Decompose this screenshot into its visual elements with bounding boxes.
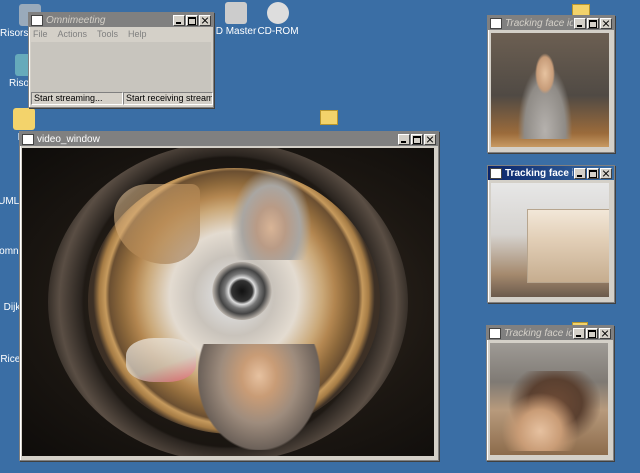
tracking-window-0: Tracking face id #0 xyxy=(487,15,615,153)
tracking-video xyxy=(491,183,609,297)
maximize-button[interactable] xyxy=(586,327,598,339)
tracking-titlebar[interactable]: Tracking face id # xyxy=(487,326,613,340)
menu-tools[interactable]: Tools xyxy=(97,29,118,39)
maximize-button[interactable] xyxy=(587,17,599,29)
window-title: video_window xyxy=(37,133,100,145)
tracking-window-3: Tracking face id # xyxy=(486,325,614,461)
person-face xyxy=(513,53,577,139)
maximize-button[interactable] xyxy=(587,167,599,179)
documents-folder-icon xyxy=(13,108,35,130)
window-title: Tracking face id #2 xyxy=(505,167,573,179)
omnimeeting-client-area xyxy=(31,42,211,92)
app-icon xyxy=(489,327,501,339)
minimize-button[interactable] xyxy=(398,133,410,145)
menu-help[interactable]: Help xyxy=(128,29,147,39)
menu-file[interactable]: File xyxy=(33,29,48,39)
cabinet xyxy=(527,209,609,283)
desktop-icon-label: CD-ROM xyxy=(257,26,299,37)
close-button[interactable] xyxy=(600,167,612,179)
maximize-button[interactable] xyxy=(411,133,423,145)
papers-left xyxy=(126,338,196,382)
menu-bar: File Actions Tools Help xyxy=(29,27,213,41)
person-bottom xyxy=(198,344,320,450)
minimize-button[interactable] xyxy=(173,14,185,26)
tracking-video xyxy=(491,33,609,147)
close-button[interactable] xyxy=(199,14,211,26)
person-hands xyxy=(500,371,600,451)
video-window: video_window xyxy=(19,131,439,461)
close-button[interactable] xyxy=(599,327,611,339)
omnimeeting-window: Omnimeeting File Actions Tools Help Star… xyxy=(28,12,214,108)
status-right: Start receiving stream... xyxy=(123,92,213,105)
app-icon xyxy=(22,133,34,145)
status-left: Start streaming... xyxy=(31,92,123,105)
tracking-window-2: Tracking face id #2 xyxy=(487,165,615,303)
tracking-titlebar[interactable]: Tracking face id #2 xyxy=(488,166,614,180)
app-icon xyxy=(31,14,43,26)
folder-icon[interactable] xyxy=(320,110,338,125)
app-icon xyxy=(490,167,502,179)
minimize-button[interactable] xyxy=(573,327,585,339)
cdrom-icon xyxy=(267,2,289,24)
menu-actions[interactable]: Actions xyxy=(58,29,88,39)
omnimeeting-titlebar[interactable]: Omnimeeting xyxy=(29,13,213,27)
close-button[interactable] xyxy=(424,133,436,145)
tracking-titlebar[interactable]: Tracking face id #0 xyxy=(488,16,614,30)
tracking-video xyxy=(490,343,608,455)
close-button[interactable] xyxy=(600,17,612,29)
app-icon xyxy=(490,17,502,29)
window-title: Tracking face id #0 xyxy=(505,17,573,29)
omni-icon xyxy=(0,222,21,244)
window-title: Tracking face id # xyxy=(504,327,572,339)
maximize-button[interactable] xyxy=(186,14,198,26)
minimize-button[interactable] xyxy=(574,167,586,179)
omnidirectional-video xyxy=(22,148,434,456)
dmaster-icon xyxy=(225,2,247,24)
desktop-icon-cdrom[interactable]: CD-ROM xyxy=(248,2,308,37)
camera-lens xyxy=(212,262,272,320)
video-window-titlebar[interactable]: video_window xyxy=(20,132,438,146)
window-title: Omnimeeting xyxy=(46,14,106,26)
minimize-button[interactable] xyxy=(574,17,586,29)
person-top xyxy=(230,168,312,260)
